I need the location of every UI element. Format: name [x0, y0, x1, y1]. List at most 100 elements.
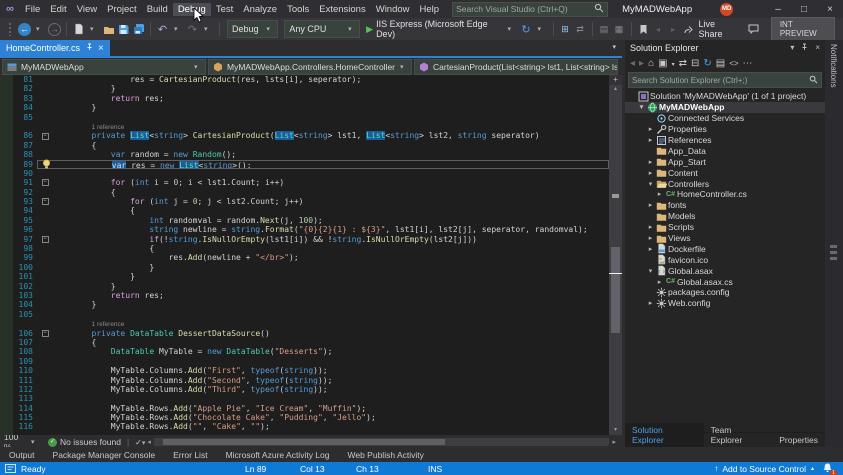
collapse-box[interactable]: − — [42, 330, 49, 337]
scroll-right-icon[interactable]: ▸ — [612, 438, 616, 446]
code-text[interactable]: { — [53, 188, 609, 197]
scroll-down-icon[interactable]: ▾ — [609, 426, 622, 435]
code-text[interactable]: res.Add(newline + "</br>"); — [53, 253, 609, 262]
panel-tab-output[interactable]: Output — [0, 450, 44, 460]
tool-tab-team-explorer[interactable]: Team Explorer — [704, 423, 773, 447]
tree-item-packages-config[interactable]: packages.config — [625, 287, 825, 298]
breakpoint-gutter-cell[interactable] — [0, 347, 13, 356]
scrollbar-thumb[interactable] — [611, 247, 620, 333]
scroll-up-icon[interactable]: ▴ — [609, 85, 622, 94]
navigate-back-icon[interactable]: ← — [18, 21, 31, 37]
chevron-collapsed-icon[interactable]: ▸ — [655, 278, 664, 286]
refresh-icon[interactable]: ↻ — [520, 21, 533, 37]
drag-handle-icon[interactable] — [3, 21, 16, 37]
panel-tab-package-manager-console[interactable]: Package Manager Console — [44, 450, 165, 460]
breadcrumb-segment-1[interactable]: MyMADWebApp.Controllers.HomeController▾ — [208, 59, 412, 75]
view-code-icon[interactable]: <> — [727, 58, 740, 69]
start-debugging-button[interactable]: ▶ IIS Express (Microsoft Edge Dev) — [366, 19, 500, 39]
breakpoint-gutter-cell[interactable] — [0, 404, 13, 413]
split-editor-handle[interactable]: + — [609, 75, 622, 85]
chevron-collapsed-icon[interactable]: ▸ — [646, 136, 655, 144]
navigate-forward-icon[interactable]: → — [48, 21, 61, 37]
code-text[interactable]: private List<string> CartesianProduct(Li… — [53, 131, 609, 140]
code-text[interactable]: MyTable.Rows.Add("Apple Pie", "Ice Cream… — [53, 404, 609, 413]
caret-icon[interactable]: ▾ — [505, 21, 518, 37]
chevron-collapsed-icon[interactable]: ▸ — [646, 169, 655, 177]
code-text[interactable] — [53, 113, 609, 122]
breakpoint-gutter-cell[interactable] — [0, 376, 13, 385]
solution-platform-dropdown[interactable]: Any CPU▾ — [284, 20, 360, 38]
chevron-collapsed-icon[interactable]: ▸ — [646, 201, 655, 209]
hscrollbar-thumb[interactable] — [163, 439, 445, 445]
breakpoint-gutter-cell[interactable] — [0, 235, 13, 244]
fold-collapse-icon[interactable]: − — [37, 235, 53, 244]
scroll-left-icon[interactable]: ◂ — [147, 438, 151, 446]
tree-item-controllers[interactable]: ▾Controllers — [625, 178, 825, 189]
breakpoint-gutter-cell[interactable] — [0, 357, 13, 366]
code-text[interactable]: if(!string.IsNullOrEmpty(lst1[i]) && !st… — [53, 235, 609, 244]
code-text[interactable]: for (int j = 0; j < lst2.Count; j++) — [53, 197, 609, 206]
panel-tab-error-list[interactable]: Error List — [164, 450, 216, 460]
fold-collapse-icon[interactable]: − — [37, 131, 53, 140]
breakpoint-gutter-cell[interactable] — [0, 244, 13, 253]
tree-item-references[interactable]: ▸References — [625, 135, 825, 146]
show-all-icon[interactable]: ▤ — [598, 21, 611, 37]
tree-item-favicon-ico[interactable]: favicon.ico — [625, 254, 825, 265]
caret-icon[interactable]: ▾ — [87, 21, 100, 37]
more-icon[interactable]: ⋯ — [741, 58, 755, 69]
tree-item-content[interactable]: ▸Content — [625, 167, 825, 178]
code-editor[interactable]: 81 res = CartesianProduct(res, lsts[i], … — [0, 75, 622, 435]
code-text[interactable] — [53, 169, 609, 178]
breakpoint-gutter-cell[interactable] — [0, 75, 13, 84]
tree-item-connected-services[interactable]: Connected Services — [625, 113, 825, 124]
line-indicator[interactable]: Ln 89 — [245, 462, 266, 475]
switch-views-icon[interactable]: ▣ — [656, 58, 669, 69]
breakpoint-gutter-cell[interactable] — [0, 169, 13, 178]
code-cleanup-button[interactable]: ✓▾ — [135, 438, 145, 447]
panel-tab-web-publish-activity[interactable]: Web Publish Activity — [339, 450, 433, 460]
breakpoint-gutter-cell[interactable] — [0, 282, 13, 291]
background-tasks-icon[interactable] — [5, 464, 16, 473]
chevron-collapsed-icon[interactable]: ▸ — [655, 190, 664, 198]
tree-item-global-asax-cs[interactable]: ▸C#Global.asax.cs — [625, 276, 825, 287]
code-text[interactable]: 1 reference — [53, 319, 609, 328]
maximize-button[interactable]: □ — [791, 0, 817, 18]
account-avatar[interactable]: MD — [720, 3, 733, 16]
new-project-icon[interactable] — [72, 21, 85, 37]
menu-item-debug[interactable]: Debug — [173, 3, 211, 16]
fold-collapse-icon[interactable]: − — [37, 197, 53, 206]
breakpoint-gutter-cell[interactable] — [0, 197, 13, 206]
code-text[interactable] — [53, 310, 609, 319]
tree-item-mymadwebapp[interactable]: ▾MyMADWebApp — [625, 102, 825, 113]
code-text[interactable]: MyTable.Columns.Add("First", typeof(stri… — [53, 366, 609, 375]
pin-icon[interactable] — [801, 43, 808, 53]
code-text[interactable]: var res = new List<string>(); — [54, 161, 608, 168]
collapse-box[interactable]: − — [42, 179, 49, 186]
close-button[interactable]: × — [817, 0, 843, 18]
tool-tab-solution-explorer[interactable]: Solution Explorer — [625, 423, 704, 447]
breakpoint-gutter-cell[interactable] — [0, 366, 13, 375]
breakpoint-gutter-cell[interactable] — [0, 141, 13, 150]
chevron-expanded-icon[interactable]: ▾ — [646, 180, 655, 188]
breakpoint-gutter-cell[interactable] — [0, 84, 13, 93]
panel-tab-microsoft-azure-activity-log[interactable]: Microsoft Azure Activity Log — [217, 450, 339, 460]
lightbulb-icon[interactable] — [38, 161, 54, 168]
breakpoint-gutter-cell[interactable] — [0, 160, 13, 169]
breakpoint-gutter-cell[interactable] — [0, 150, 13, 159]
menu-item-project[interactable]: Project — [102, 3, 142, 16]
code-text[interactable]: { — [53, 244, 609, 253]
code-text[interactable]: return res; — [53, 291, 609, 300]
breakpoint-gutter-cell[interactable] — [0, 300, 13, 309]
breakpoint-gutter-cell[interactable] — [0, 394, 13, 403]
caret-icon[interactable]: ▾ — [33, 21, 46, 37]
pin-icon[interactable] — [86, 43, 93, 53]
window-position-dropdown-icon[interactable]: ▾ — [790, 43, 794, 53]
issues-indicator[interactable]: No issues found — [60, 437, 121, 447]
breakpoint-gutter-cell[interactable] — [0, 131, 13, 140]
breakpoint-gutter-cell[interactable] — [0, 385, 13, 394]
feedback-icon[interactable] — [747, 21, 760, 37]
chevron-collapsed-icon[interactable]: ▸ — [646, 299, 655, 307]
editor-horizontal-scrollbar[interactable] — [154, 438, 610, 446]
breadcrumb-segment-2[interactable]: CartesianProduct(List<string> lst1, List… — [414, 59, 618, 75]
tree-item-models[interactable]: Models — [625, 211, 825, 222]
